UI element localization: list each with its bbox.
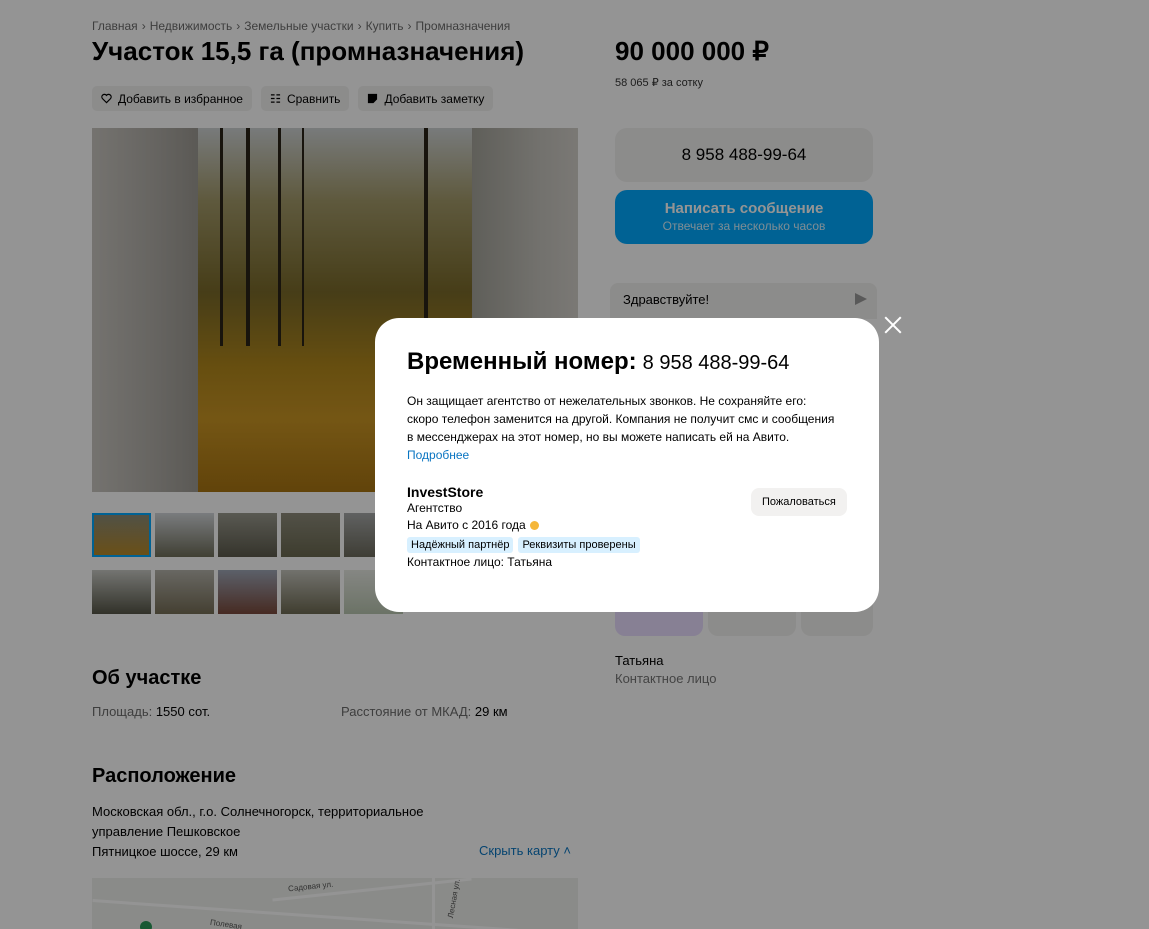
complain-button[interactable]: Пожаловаться — [751, 488, 847, 516]
seller-since: На Авито с 2016 года — [407, 517, 640, 534]
close-icon[interactable] — [884, 316, 902, 334]
temporary-number-modal: Временный номер: 8 958 488-99-64 Он защищ… — [375, 318, 879, 612]
temporary-number[interactable]: 8 958 488-99-64 — [643, 352, 790, 374]
badge-details-verified: Реквизиты проверены — [518, 537, 640, 553]
modal-description: Он защищает агентство от нежелательных з… — [407, 394, 835, 462]
more-link[interactable]: Подробнее — [407, 448, 469, 462]
medal-icon — [529, 521, 539, 530]
seller-badges: Надёжный партнёр Реквизиты проверены — [407, 537, 640, 553]
badge-reliable-partner: Надёжный партнёр — [407, 537, 514, 553]
seller-contact-person: Контактное лицо: Татьяна — [407, 555, 553, 569]
seller-info: InvestStore Агентство На Авито с 2016 го… — [407, 484, 640, 571]
seller-name[interactable]: InvestStore — [407, 484, 640, 500]
seller-type: Агентство — [407, 501, 463, 515]
modal-title: Временный номер: 8 958 488-99-64 — [407, 348, 790, 375]
